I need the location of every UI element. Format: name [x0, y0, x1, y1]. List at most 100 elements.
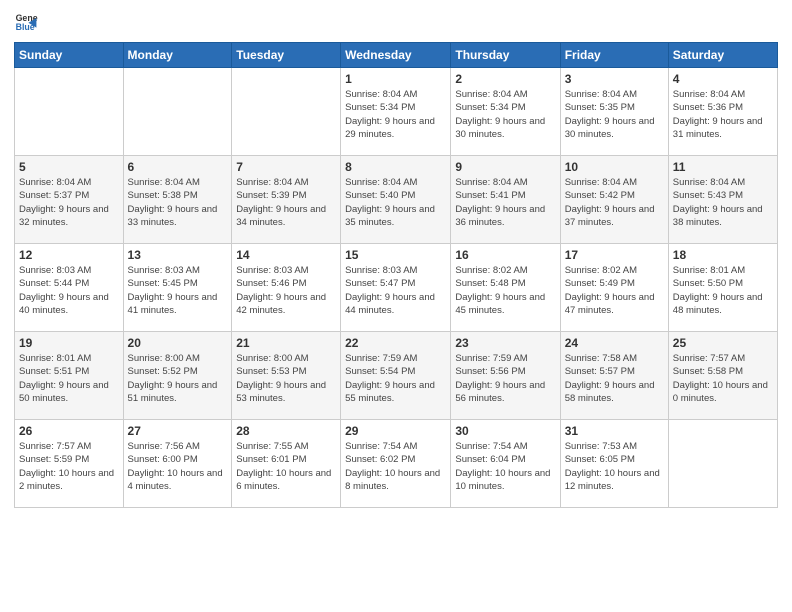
day-number: 21 [236, 336, 336, 350]
calendar-week-row: 19 Sunrise: 8:01 AM Sunset: 5:51 PM Dayli… [15, 332, 778, 420]
day-number: 3 [565, 72, 664, 86]
calendar-cell [668, 420, 777, 508]
page-container: General Blue SundayMondayTuesdayWednesda… [0, 0, 792, 514]
day-info: Sunrise: 8:04 AM Sunset: 5:35 PM Dayligh… [565, 88, 664, 141]
calendar-cell: 12 Sunrise: 8:03 AM Sunset: 5:44 PM Dayli… [15, 244, 124, 332]
calendar-week-row: 1 Sunrise: 8:04 AM Sunset: 5:34 PM Daylig… [15, 68, 778, 156]
day-info: Sunrise: 8:04 AM Sunset: 5:36 PM Dayligh… [673, 88, 773, 141]
day-number: 10 [565, 160, 664, 174]
day-info: Sunrise: 8:04 AM Sunset: 5:37 PM Dayligh… [19, 176, 119, 229]
day-info: Sunrise: 8:00 AM Sunset: 5:53 PM Dayligh… [236, 352, 336, 405]
day-number: 1 [345, 72, 446, 86]
day-info: Sunrise: 7:56 AM Sunset: 6:00 PM Dayligh… [128, 440, 228, 493]
calendar-cell: 22Sunrise: 7:59 AM Sunset: 5:54 PM Dayli… [341, 332, 451, 420]
day-number: 27 [128, 424, 228, 438]
calendar-cell [123, 68, 232, 156]
day-info: Sunrise: 7:54 AM Sunset: 6:02 PM Dayligh… [345, 440, 446, 493]
calendar-cell [232, 68, 341, 156]
calendar-cell: 25 Sunrise: 7:57 AM Sunset: 5:58 PM Dayli… [668, 332, 777, 420]
day-info: Sunrise: 8:02 AM Sunset: 5:48 PM Dayligh… [455, 264, 555, 317]
day-info: Sunrise: 8:03 AM Sunset: 5:45 PM Dayligh… [128, 264, 228, 317]
day-info: Sunrise: 7:53 AM Sunset: 6:05 PM Dayligh… [565, 440, 664, 493]
day-number: 18 [673, 248, 773, 262]
day-number: 29 [345, 424, 446, 438]
day-info: Sunrise: 7:55 AM Sunset: 6:01 PM Dayligh… [236, 440, 336, 493]
calendar-cell: 27 Sunrise: 7:56 AM Sunset: 6:00 PM Dayli… [123, 420, 232, 508]
day-number: 31 [565, 424, 664, 438]
calendar-cell: 1 Sunrise: 8:04 AM Sunset: 5:34 PM Daylig… [341, 68, 451, 156]
svg-text:Blue: Blue [16, 22, 35, 32]
day-info: Sunrise: 8:04 AM Sunset: 5:43 PM Dayligh… [673, 176, 773, 229]
day-info: Sunrise: 8:04 AM Sunset: 5:42 PM Dayligh… [565, 176, 664, 229]
calendar-cell: 15Sunrise: 8:03 AM Sunset: 5:47 PM Dayli… [341, 244, 451, 332]
calendar-week-row: 5 Sunrise: 8:04 AM Sunset: 5:37 PM Daylig… [15, 156, 778, 244]
calendar-cell: 9 Sunrise: 8:04 AM Sunset: 5:41 PM Daylig… [451, 156, 560, 244]
calendar-cell: 6 Sunrise: 8:04 AM Sunset: 5:38 PM Daylig… [123, 156, 232, 244]
calendar-cell: 16 Sunrise: 8:02 AM Sunset: 5:48 PM Dayli… [451, 244, 560, 332]
calendar-header-row: SundayMondayTuesdayWednesdayThursdayFrid… [15, 43, 778, 68]
page-header: General Blue [14, 10, 778, 34]
day-info: Sunrise: 7:57 AM Sunset: 5:59 PM Dayligh… [19, 440, 119, 493]
weekday-header-thursday: Thursday [451, 43, 560, 68]
day-info: Sunrise: 8:02 AM Sunset: 5:49 PM Dayligh… [565, 264, 664, 317]
calendar-cell: 29 Sunrise: 7:54 AM Sunset: 6:02 PM Dayli… [341, 420, 451, 508]
day-info: Sunrise: 8:03 AM Sunset: 5:44 PM Dayligh… [19, 264, 119, 317]
day-number: 25 [673, 336, 773, 350]
day-number: 6 [128, 160, 228, 174]
day-info: Sunrise: 8:01 AM Sunset: 5:50 PM Dayligh… [673, 264, 773, 317]
calendar-cell: 19 Sunrise: 8:01 AM Sunset: 5:51 PM Dayli… [15, 332, 124, 420]
calendar-week-row: 26 Sunrise: 7:57 AM Sunset: 5:59 PM Dayli… [15, 420, 778, 508]
day-number: 8 [345, 160, 446, 174]
calendar-cell: 10 Sunrise: 8:04 AM Sunset: 5:42 PM Dayli… [560, 156, 668, 244]
day-info: Sunrise: 8:03 AM Sunset: 5:47 PM Dayligh… [345, 264, 446, 317]
day-info: Sunrise: 7:59 AM Sunset: 5:54 PM Dayligh… [345, 352, 446, 405]
calendar-cell: 4 Sunrise: 8:04 AM Sunset: 5:36 PM Daylig… [668, 68, 777, 156]
day-info: Sunrise: 8:00 AM Sunset: 5:52 PM Dayligh… [128, 352, 228, 405]
day-number: 7 [236, 160, 336, 174]
calendar-cell: 2 Sunrise: 8:04 AM Sunset: 5:34 PM Daylig… [451, 68, 560, 156]
day-number: 20 [128, 336, 228, 350]
calendar-cell: 17 Sunrise: 8:02 AM Sunset: 5:49 PM Dayli… [560, 244, 668, 332]
day-info: Sunrise: 7:54 AM Sunset: 6:04 PM Dayligh… [455, 440, 555, 493]
day-info: Sunrise: 8:01 AM Sunset: 5:51 PM Dayligh… [19, 352, 119, 405]
day-number: 12 [19, 248, 119, 262]
weekday-header-monday: Monday [123, 43, 232, 68]
calendar-cell: 21 Sunrise: 8:00 AM Sunset: 5:53 PM Dayli… [232, 332, 341, 420]
day-info: Sunrise: 7:57 AM Sunset: 5:58 PM Dayligh… [673, 352, 773, 405]
calendar-cell: 30 Sunrise: 7:54 AM Sunset: 6:04 PM Dayli… [451, 420, 560, 508]
day-number: 16 [455, 248, 555, 262]
day-number: 4 [673, 72, 773, 86]
calendar-week-row: 12 Sunrise: 8:03 AM Sunset: 5:44 PM Dayli… [15, 244, 778, 332]
day-number: 14 [236, 248, 336, 262]
calendar-cell: 11 Sunrise: 8:04 AM Sunset: 5:43 PM Dayli… [668, 156, 777, 244]
day-number: 13 [128, 248, 228, 262]
calendar-cell: 14 Sunrise: 8:03 AM Sunset: 5:46 PM Dayli… [232, 244, 341, 332]
day-number: 17 [565, 248, 664, 262]
day-info: Sunrise: 8:03 AM Sunset: 5:46 PM Dayligh… [236, 264, 336, 317]
day-number: 11 [673, 160, 773, 174]
calendar-cell: 31 Sunrise: 7:53 AM Sunset: 6:05 PM Dayli… [560, 420, 668, 508]
day-info: Sunrise: 8:04 AM Sunset: 5:41 PM Dayligh… [455, 176, 555, 229]
day-info: Sunrise: 8:04 AM Sunset: 5:34 PM Dayligh… [345, 88, 446, 141]
calendar-table: SundayMondayTuesdayWednesdayThursdayFrid… [14, 42, 778, 508]
calendar-cell: 28Sunrise: 7:55 AM Sunset: 6:01 PM Dayli… [232, 420, 341, 508]
calendar-cell: 20 Sunrise: 8:00 AM Sunset: 5:52 PM Dayli… [123, 332, 232, 420]
day-info: Sunrise: 8:04 AM Sunset: 5:38 PM Dayligh… [128, 176, 228, 229]
weekday-header-wednesday: Wednesday [341, 43, 451, 68]
day-number: 5 [19, 160, 119, 174]
day-number: 19 [19, 336, 119, 350]
calendar-cell: 5 Sunrise: 8:04 AM Sunset: 5:37 PM Daylig… [15, 156, 124, 244]
logo-icon: General Blue [14, 10, 38, 34]
weekday-header-friday: Friday [560, 43, 668, 68]
calendar-cell: 7Sunrise: 8:04 AM Sunset: 5:39 PM Daylig… [232, 156, 341, 244]
calendar-cell: 23Sunrise: 7:59 AM Sunset: 5:56 PM Dayli… [451, 332, 560, 420]
day-info: Sunrise: 7:58 AM Sunset: 5:57 PM Dayligh… [565, 352, 664, 405]
day-number: 2 [455, 72, 555, 86]
weekday-header-sunday: Sunday [15, 43, 124, 68]
day-number: 9 [455, 160, 555, 174]
day-number: 26 [19, 424, 119, 438]
calendar-cell: 18 Sunrise: 8:01 AM Sunset: 5:50 PM Dayli… [668, 244, 777, 332]
day-number: 30 [455, 424, 555, 438]
calendar-cell: 3 Sunrise: 8:04 AM Sunset: 5:35 PM Daylig… [560, 68, 668, 156]
day-info: Sunrise: 8:04 AM Sunset: 5:34 PM Dayligh… [455, 88, 555, 141]
